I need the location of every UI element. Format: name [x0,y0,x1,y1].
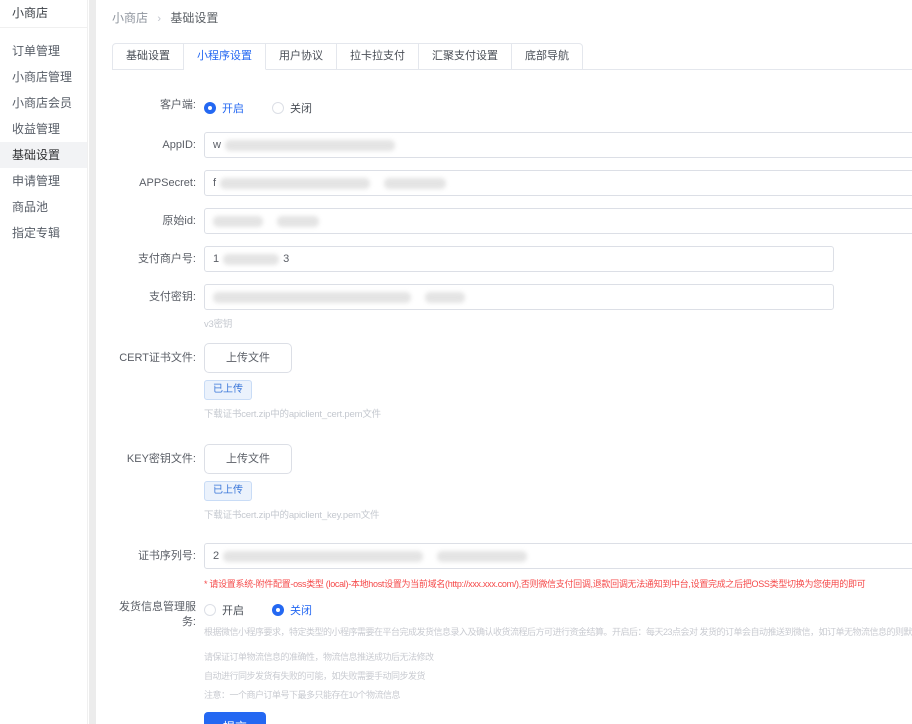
shipping-radio-on[interactable]: 开启 [204,602,244,618]
sidebar-item-basic-settings[interactable]: 基础设置 [0,142,87,168]
client-radio-group: 开启 关闭 [204,99,912,117]
sidebar-item-product-pool[interactable]: 商品池 [0,194,87,220]
shipping-description: 根据微信小程序要求，特定类型的小程序需要在平台完成发货信息录入及确认收货流程后方… [204,623,912,705]
breadcrumb-item-basic-settings: 基础设置 [170,11,218,25]
key-uploaded-badge: 已上传 [204,481,252,501]
tab-huiju-pay-settings[interactable]: 汇聚支付设置 [419,43,512,70]
original-id-input[interactable] [204,208,912,234]
redacted-value [213,216,263,227]
appsecret-row: APPSecret: f [112,170,912,196]
tab-user-agreement[interactable]: 用户协议 [266,43,337,70]
cert-upload-button[interactable]: 上传文件 [204,343,292,373]
tab-footer-nav[interactable]: 底部导航 [512,43,583,70]
shipping-service-label: 发货信息管理服务: [112,600,196,630]
key-upload-button[interactable]: 上传文件 [204,444,292,474]
sidebar-item-revenue-management[interactable]: 收益管理 [0,116,87,142]
shipping-radio-off[interactable]: 关闭 [272,602,312,618]
breadcrumb-item-shop[interactable]: 小商店 [112,11,148,25]
sidebar-item-application-management[interactable]: 申请管理 [0,168,87,194]
shipping-desc-line: 自动进行同步发货有失败的可能，如失败需要手动同步发货 [204,667,912,686]
appid-label: AppID: [112,132,196,158]
sidebar-scrollbar[interactable] [89,0,96,724]
shipping-radio-group: 开启 关闭 [204,601,912,619]
client-label: 客户端: [112,98,196,113]
cert-serial-input[interactable]: 2 [204,543,912,569]
appsecret-label: APPSecret: [112,170,196,196]
page: 小商店 订单管理 小商店管理 小商店会员 收益管理 基础设置 申请管理 商品池 … [0,0,912,724]
shipping-desc-line: 注意：一个商户订单号下最多只能存在10个物流信息 [204,686,912,705]
radio-checked-icon [272,604,284,616]
sidebar-item-shop-members[interactable]: 小商店会员 [0,90,87,116]
pay-key-input[interactable] [204,284,834,310]
pay-key-row: 支付密钥: v3密钥 [112,284,912,330]
settings-form: 客户端: 开启 关闭 AppID: w [112,98,912,724]
shipping-desc-line: 根据微信小程序要求，特定类型的小程序需要在平台完成发货信息录入及确认收货流程后方… [204,623,912,642]
radio-unchecked-icon [204,604,216,616]
breadcrumb: 小商店 › 基础设置 [97,0,912,26]
cert-serial-label: 证书序列号: [112,543,196,569]
redacted-value [225,140,395,151]
merchant-id-row: 支付商户号: 1 3 [112,246,912,272]
shipping-desc-line: 请保证订单物流信息的准确性，物流信息推送成功后无法修改 [204,648,912,667]
tab-lakala-pay[interactable]: 拉卡拉支付 [337,43,419,70]
tab-bar: 基础设置 小程序设置 用户协议 拉卡拉支付 汇聚支付设置 底部导航 [112,43,912,70]
sidebar: 小商店 订单管理 小商店管理 小商店会员 收益管理 基础设置 申请管理 商品池 … [0,0,88,724]
merchant-id-input[interactable]: 1 3 [204,246,834,272]
redacted-value [384,178,446,189]
cert-uploaded-badge: 已上传 [204,380,252,400]
appid-input[interactable]: w [204,132,912,158]
client-radio-off[interactable]: 关闭 [272,100,312,116]
shipping-service-row: 发货信息管理服务: 开启 关闭 根据微信小程序要求，特定类型的小程序需要 [112,600,912,705]
key-file-hint: 下载证书cert.zip中的apiclient_key.pem文件 [204,507,912,521]
main-content: 小商店 › 基础设置 基础设置 小程序设置 用户协议 拉卡拉支付 汇聚支付设置 … [97,0,912,724]
client-row: 客户端: 开启 关闭 [112,98,912,117]
client-radio-on[interactable]: 开启 [204,100,244,116]
radio-checked-icon [204,102,216,114]
radio-unchecked-icon [272,102,284,114]
pay-key-hint: v3密钥 [204,316,912,330]
breadcrumb-separator-icon: › [157,13,161,25]
key-file-label: KEY密钥文件: [112,444,196,474]
sidebar-menu: 订单管理 小商店管理 小商店会员 收益管理 基础设置 申请管理 商品池 指定专辑 [0,28,87,246]
sidebar-title: 小商店 [0,0,87,28]
redacted-value [213,292,411,303]
tab-miniprogram-settings[interactable]: 小程序设置 [184,43,266,70]
redacted-value [223,551,423,562]
merchant-id-label: 支付商户号: [112,246,196,272]
oss-warning-row: * 请设置系统-附件配置-oss类型 (local)-本地host设置为当前域名… [112,577,912,591]
key-file-row: KEY密钥文件: 上传文件 已上传 下载证书cert.zip中的apiclien… [112,444,912,521]
cert-file-row: CERT证书文件: 上传文件 已上传 下载证书cert.zip中的apiclie… [112,343,912,420]
sidebar-item-designated-album[interactable]: 指定专辑 [0,220,87,246]
cert-file-hint: 下载证书cert.zip中的apiclient_cert.pem文件 [204,406,912,420]
redacted-value [223,254,279,265]
pay-key-label: 支付密钥: [112,284,196,310]
sidebar-item-shop-management[interactable]: 小商店管理 [0,64,87,90]
redacted-value [220,178,370,189]
appsecret-input[interactable]: f [204,170,912,196]
sidebar-item-order-management[interactable]: 订单管理 [0,38,87,64]
appid-row: AppID: w [112,132,912,158]
cert-serial-row: 证书序列号: 2 [112,543,912,569]
original-id-label: 原始id: [112,208,196,234]
redacted-value [437,551,527,562]
tab-basic-settings[interactable]: 基础设置 [112,43,184,70]
redacted-value [277,216,319,227]
original-id-row: 原始id: [112,208,912,234]
oss-warning-text: * 请设置系统-附件配置-oss类型 (local)-本地host设置为当前域名… [204,577,912,591]
cert-file-label: CERT证书文件: [112,343,196,373]
submit-row: 提交 [112,712,912,724]
redacted-value [425,292,465,303]
submit-button[interactable]: 提交 [204,712,266,724]
